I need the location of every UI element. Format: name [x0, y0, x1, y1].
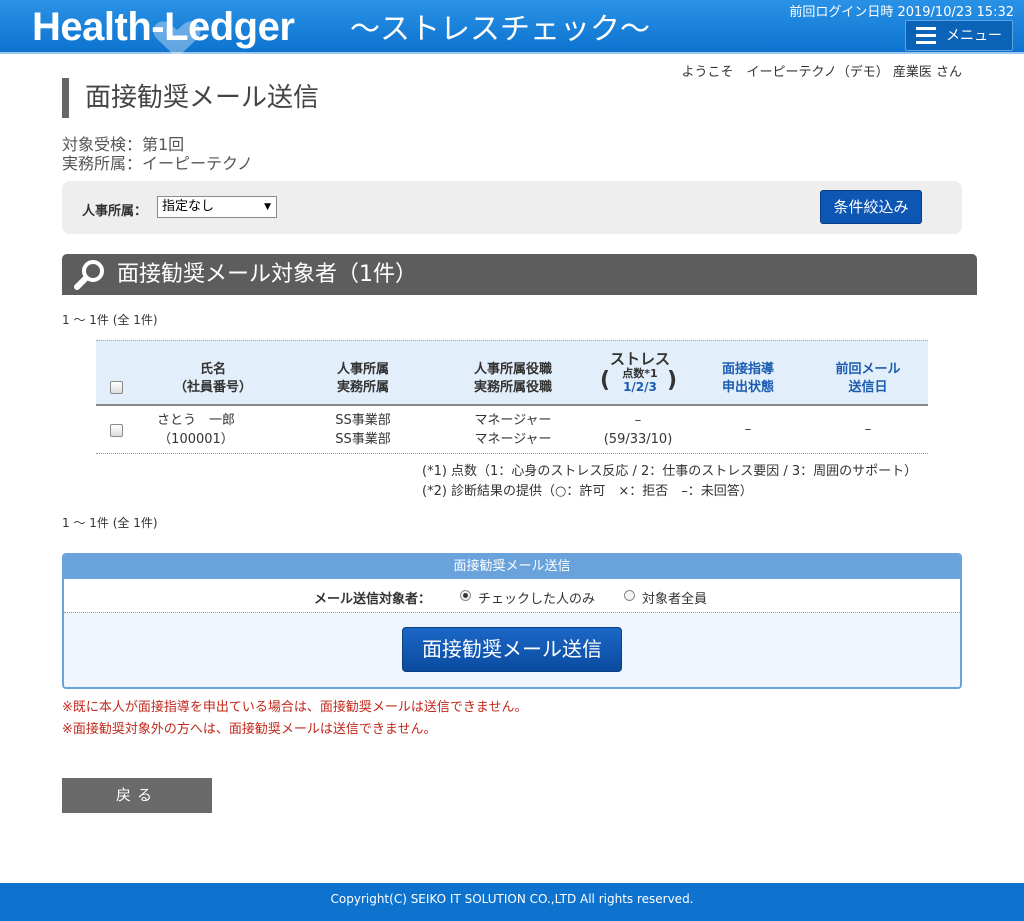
- send-panel: 面接勧奨メール送信 メール送信対象者： チェックした人のみ 対象者全員 面接勧奨…: [62, 553, 962, 689]
- menu-label: メニュー: [946, 28, 1002, 44]
- col-dept: 人事所属 実務所属: [308, 361, 418, 397]
- hr-dept-select[interactable]: 指定なし ▼: [157, 196, 277, 218]
- send-target-row: メール送信対象者： チェックした人のみ 対象者全員: [64, 579, 960, 613]
- table-row: さとう 一郎 （100001） SS事業部 SS事業部 マネージャー マネージャ…: [96, 406, 928, 454]
- search-icon: [74, 260, 104, 290]
- col-hr-dept-label: 人事所属: [336, 362, 389, 377]
- work-dept-value: SS事業部: [335, 432, 391, 447]
- select-all-checkbox[interactable]: [110, 381, 123, 394]
- section-title: 面接勧奨メール対象者（1件）: [117, 262, 417, 287]
- filter-panel: 人事所属： 指定なし ▼ 条件絞込み: [62, 181, 962, 234]
- hr-dept-selected: 指定なし: [162, 199, 215, 214]
- brand-title: Health-Ledger: [32, 5, 295, 49]
- col-last-mail[interactable]: 前回メール 送信日: [818, 361, 918, 397]
- last-login-info: 前回ログイン日時 2019/10/23 15:32: [789, 5, 1014, 20]
- hr-role-value: マネージャー: [474, 413, 552, 428]
- pagination-count-top: 1 〜 1件 (全 1件): [62, 313, 158, 327]
- work-role-value: マネージャー: [474, 432, 552, 447]
- send-panel-heading: 面接勧奨メール送信: [64, 555, 960, 579]
- filter-button[interactable]: 条件絞込み: [820, 190, 922, 224]
- back-button[interactable]: 戻る: [62, 778, 212, 813]
- last-mail-date: –: [864, 422, 872, 437]
- col-role: 人事所属役職 実務所属役職: [453, 361, 573, 397]
- section-header: 面接勧奨メール対象者（1件）: [62, 254, 977, 295]
- interview-status: –: [744, 422, 752, 437]
- hamburger-icon: [916, 27, 936, 45]
- page-title-block: 面接勧奨メール送信: [62, 78, 319, 118]
- send-mail-button[interactable]: 面接勧奨メール送信: [402, 627, 622, 672]
- cell-dept: SS事業部 SS事業部: [308, 411, 418, 449]
- hr-dept-label: 人事所属：: [82, 204, 148, 219]
- cell-name: さとう 一郎 （100001）: [141, 411, 251, 449]
- employee-number: （100001）: [158, 432, 234, 447]
- note-diagnosis: (*2) 診断結果の提供（○：許可 ×：拒否 –：未回答）: [422, 484, 753, 499]
- warning-not-target: ※面接勧奨対象外の方へは、面接勧奨メールは送信できません。: [62, 722, 437, 737]
- menu-button[interactable]: メニュー: [905, 20, 1013, 51]
- col-last-mail-date-label: 送信日: [848, 380, 888, 395]
- col-interview-label: 面接指導: [721, 362, 774, 377]
- dropdown-arrow-icon: ▼: [264, 202, 271, 212]
- footer-copyright: Copyright(C) SEIKO IT SOLUTION CO.,LTD A…: [0, 883, 1024, 921]
- cell-role: マネージャー マネージャー: [453, 411, 573, 449]
- col-stress: ストレス ( 点数*1 1/2/3 ): [590, 350, 690, 398]
- stress-scores: (59/33/10): [603, 432, 673, 447]
- warning-already-requested: ※既に本人が面接指導を申出ている場合は、面接勧奨メールは送信できません。: [62, 700, 528, 715]
- page-title: 面接勧奨メール送信: [85, 83, 320, 113]
- note-scores: (*1) 点数（1：心身のストレス反応 / 2：仕事のストレス要因 / 3：周囲…: [422, 464, 918, 479]
- stress-value: –: [634, 413, 642, 428]
- radio-checked-only[interactable]: [460, 590, 471, 601]
- col-interview[interactable]: 面接指導 申出状態: [698, 361, 798, 397]
- pagination-count-bottom: 1 〜 1件 (全 1件): [62, 516, 158, 530]
- brand-subtitle: 〜ストレスチェック〜: [350, 12, 650, 47]
- col-emp-no-label: （社員番号）: [173, 380, 252, 395]
- radio-all-targets-label[interactable]: 対象者全員: [642, 588, 707, 607]
- col-name: 氏名 （社員番号）: [158, 361, 268, 397]
- paren-close: ): [667, 368, 678, 393]
- row-checkbox[interactable]: [110, 424, 123, 437]
- table-header: 氏名 （社員番号） 人事所属 実務所属 人事所属役職 実務所属役職 ストレス (…: [96, 340, 928, 406]
- hr-dept-value: SS事業部: [335, 413, 391, 428]
- welcome-text: ようこそ イーピーテクノ（デモ） 産業医 さん: [681, 65, 963, 80]
- employee-name: さとう 一郎: [156, 413, 235, 428]
- radio-checked-only-label[interactable]: チェックした人のみ: [478, 588, 595, 607]
- work-office: 実務所属：イーピーテクノ: [62, 154, 254, 173]
- col-work-dept-label: 実務所属: [336, 380, 389, 395]
- send-target-label: メール送信対象者：: [314, 592, 432, 607]
- col-last-mail-label: 前回メール: [835, 362, 901, 377]
- col-interview-status-label: 申出状態: [721, 380, 774, 395]
- col-name-label: 氏名: [199, 362, 226, 377]
- radio-all-targets[interactable]: [624, 590, 635, 601]
- app-header: Health-Ledger 〜ストレスチェック〜 前回ログイン日時 2019/1…: [0, 0, 1024, 58]
- col-work-role-label: 実務所属役職: [473, 380, 552, 395]
- col-hr-role-label: 人事所属役職: [473, 362, 552, 377]
- cell-stress: – (59/33/10): [588, 411, 688, 449]
